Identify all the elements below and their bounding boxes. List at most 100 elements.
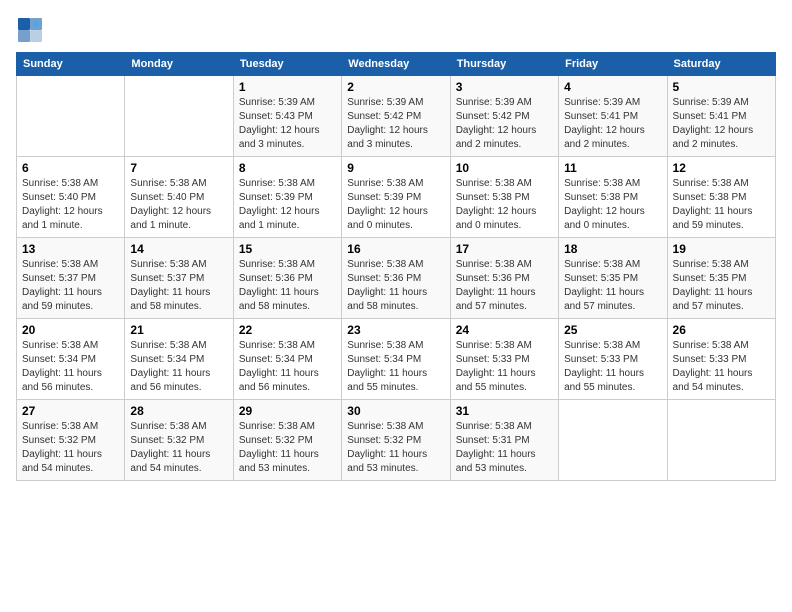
day-cell: 31Sunrise: 5:38 AM Sunset: 5:31 PM Dayli… — [450, 400, 558, 481]
day-cell: 8 Sunrise: 5:38 AM Sunset: 5:39 PM Daylig… — [233, 157, 341, 238]
cell-date-number: 1 — [239, 80, 336, 94]
cell-date-number: 26 — [673, 323, 770, 337]
cell-daylight-info: Sunrise: 5:38 AM Sunset: 5:37 PM Dayligh… — [22, 258, 119, 314]
week-row-5: 27 Sunrise: 5:38 AM Sunset: 5:32 PM Dayli… — [17, 400, 776, 481]
cell-date-number: 16 — [347, 242, 444, 256]
calendar-body: 1 Sunrise: 5:39 AM Sunset: 5:43 PM Daylig… — [17, 76, 776, 481]
cell-daylight-info: Sunrise: 5:38 AM Sunset: 5:34 PM Dayligh… — [130, 339, 227, 395]
cell-daylight-info: Sunrise: 5:38 AM Sunset: 5:32 PM Dayligh… — [347, 420, 444, 476]
logo-icon — [16, 16, 44, 44]
day-cell — [17, 76, 125, 157]
header-cell-monday: Monday — [125, 53, 233, 76]
cell-daylight-info: Sunrise: 5:38 AM Sunset: 5:39 PM Dayligh… — [239, 177, 336, 233]
cell-date-number: 18 — [564, 242, 661, 256]
cell-date-number: 8 — [239, 161, 336, 175]
day-cell: 6 Sunrise: 5:38 AM Sunset: 5:40 PM Daylig… — [17, 157, 125, 238]
cell-daylight-info: Sunrise: 5:38 AM Sunset: 5:35 PM Dayligh… — [564, 258, 661, 314]
cell-date-number: 13 — [22, 242, 119, 256]
cell-daylight-info: Sunrise: 5:38 AM Sunset: 5:33 PM Dayligh… — [564, 339, 661, 395]
cell-date-number: 15 — [239, 242, 336, 256]
cell-daylight-info: Sunrise: 5:38 AM Sunset: 5:35 PM Dayligh… — [673, 258, 770, 314]
day-cell: 23 Sunrise: 5:38 AM Sunset: 5:34 PM Dayli… — [342, 319, 450, 400]
day-cell: 22Sunrise: 5:38 AM Sunset: 5:34 PM Dayli… — [233, 319, 341, 400]
cell-date-number: 25 — [564, 323, 661, 337]
day-cell: 12 Sunrise: 5:38 AM Sunset: 5:38 PM Dayli… — [667, 157, 775, 238]
header-cell-thursday: Thursday — [450, 53, 558, 76]
day-cell: 26 Sunrise: 5:38 AM Sunset: 5:33 PM Dayli… — [667, 319, 775, 400]
day-cell: 3Sunrise: 5:39 AM Sunset: 5:42 PM Daylig… — [450, 76, 558, 157]
cell-daylight-info: Sunrise: 5:39 AM Sunset: 5:42 PM Dayligh… — [347, 96, 444, 152]
day-cell: 9Sunrise: 5:38 AM Sunset: 5:39 PM Daylig… — [342, 157, 450, 238]
cell-date-number: 10 — [456, 161, 553, 175]
cell-date-number: 24 — [456, 323, 553, 337]
cell-date-number: 7 — [130, 161, 227, 175]
day-cell: 14 Sunrise: 5:38 AM Sunset: 5:37 PM Dayli… — [125, 238, 233, 319]
day-cell: 13 Sunrise: 5:38 AM Sunset: 5:37 PM Dayli… — [17, 238, 125, 319]
week-row-2: 6 Sunrise: 5:38 AM Sunset: 5:40 PM Daylig… — [17, 157, 776, 238]
week-row-3: 13 Sunrise: 5:38 AM Sunset: 5:37 PM Dayli… — [17, 238, 776, 319]
header-cell-wednesday: Wednesday — [342, 53, 450, 76]
cell-daylight-info: Sunrise: 5:38 AM Sunset: 5:38 PM Dayligh… — [673, 177, 770, 233]
day-cell: 19 Sunrise: 5:38 AM Sunset: 5:35 PM Dayli… — [667, 238, 775, 319]
cell-daylight-info: Sunrise: 5:39 AM Sunset: 5:41 PM Dayligh… — [564, 96, 661, 152]
day-cell: 18 Sunrise: 5:38 AM Sunset: 5:35 PM Dayli… — [559, 238, 667, 319]
cell-date-number: 21 — [130, 323, 227, 337]
header-cell-tuesday: Tuesday — [233, 53, 341, 76]
cell-date-number: 29 — [239, 404, 336, 418]
cell-date-number: 4 — [564, 80, 661, 94]
cell-daylight-info: Sunrise: 5:38 AM Sunset: 5:34 PM Dayligh… — [239, 339, 336, 395]
page-header — [16, 16, 776, 44]
day-cell: 11 Sunrise: 5:38 AM Sunset: 5:38 PM Dayli… — [559, 157, 667, 238]
day-cell: 20 Sunrise: 5:38 AM Sunset: 5:34 PM Dayli… — [17, 319, 125, 400]
day-cell: 4 Sunrise: 5:39 AM Sunset: 5:41 PM Daylig… — [559, 76, 667, 157]
cell-daylight-info: Sunrise: 5:38 AM Sunset: 5:31 PM Dayligh… — [456, 420, 553, 476]
cell-daylight-info: Sunrise: 5:38 AM Sunset: 5:40 PM Dayligh… — [130, 177, 227, 233]
day-cell — [559, 400, 667, 481]
cell-date-number: 19 — [673, 242, 770, 256]
cell-daylight-info: Sunrise: 5:38 AM Sunset: 5:36 PM Dayligh… — [239, 258, 336, 314]
cell-date-number: 27 — [22, 404, 119, 418]
cell-daylight-info: Sunrise: 5:38 AM Sunset: 5:34 PM Dayligh… — [22, 339, 119, 395]
cell-date-number: 20 — [22, 323, 119, 337]
cell-date-number: 14 — [130, 242, 227, 256]
cell-daylight-info: Sunrise: 5:38 AM Sunset: 5:33 PM Dayligh… — [673, 339, 770, 395]
cell-daylight-info: Sunrise: 5:38 AM Sunset: 5:33 PM Dayligh… — [456, 339, 553, 395]
cell-date-number: 12 — [673, 161, 770, 175]
logo — [16, 16, 48, 44]
cell-daylight-info: Sunrise: 5:38 AM Sunset: 5:36 PM Dayligh… — [347, 258, 444, 314]
week-row-4: 20 Sunrise: 5:38 AM Sunset: 5:34 PM Dayli… — [17, 319, 776, 400]
day-cell: 7 Sunrise: 5:38 AM Sunset: 5:40 PM Daylig… — [125, 157, 233, 238]
cell-daylight-info: Sunrise: 5:39 AM Sunset: 5:43 PM Dayligh… — [239, 96, 336, 152]
cell-daylight-info: Sunrise: 5:38 AM Sunset: 5:37 PM Dayligh… — [130, 258, 227, 314]
header-cell-friday: Friday — [559, 53, 667, 76]
cell-daylight-info: Sunrise: 5:38 AM Sunset: 5:32 PM Dayligh… — [22, 420, 119, 476]
cell-daylight-info: Sunrise: 5:39 AM Sunset: 5:41 PM Dayligh… — [673, 96, 770, 152]
calendar-header: SundayMondayTuesdayWednesdayThursdayFrid… — [17, 53, 776, 76]
cell-date-number: 11 — [564, 161, 661, 175]
header-cell-sunday: Sunday — [17, 53, 125, 76]
cell-date-number: 5 — [673, 80, 770, 94]
header-row: SundayMondayTuesdayWednesdayThursdayFrid… — [17, 53, 776, 76]
day-cell: 28Sunrise: 5:38 AM Sunset: 5:32 PM Dayli… — [125, 400, 233, 481]
day-cell: 1 Sunrise: 5:39 AM Sunset: 5:43 PM Daylig… — [233, 76, 341, 157]
week-row-1: 1 Sunrise: 5:39 AM Sunset: 5:43 PM Daylig… — [17, 76, 776, 157]
day-cell: 29 Sunrise: 5:38 AM Sunset: 5:32 PM Dayli… — [233, 400, 341, 481]
day-cell: 24 Sunrise: 5:38 AM Sunset: 5:33 PM Dayli… — [450, 319, 558, 400]
header-cell-saturday: Saturday — [667, 53, 775, 76]
cell-date-number: 23 — [347, 323, 444, 337]
day-cell: 21 Sunrise: 5:38 AM Sunset: 5:34 PM Dayli… — [125, 319, 233, 400]
day-cell: 15 Sunrise: 5:38 AM Sunset: 5:36 PM Dayli… — [233, 238, 341, 319]
day-cell — [125, 76, 233, 157]
cell-daylight-info: Sunrise: 5:38 AM Sunset: 5:38 PM Dayligh… — [456, 177, 553, 233]
cell-daylight-info: Sunrise: 5:38 AM Sunset: 5:39 PM Dayligh… — [347, 177, 444, 233]
cell-date-number: 28 — [130, 404, 227, 418]
cell-date-number: 6 — [22, 161, 119, 175]
cell-daylight-info: Sunrise: 5:38 AM Sunset: 5:40 PM Dayligh… — [22, 177, 119, 233]
cell-daylight-info: Sunrise: 5:38 AM Sunset: 5:32 PM Dayligh… — [239, 420, 336, 476]
cell-date-number: 2 — [347, 80, 444, 94]
day-cell: 5 Sunrise: 5:39 AM Sunset: 5:41 PM Daylig… — [667, 76, 775, 157]
cell-daylight-info: Sunrise: 5:38 AM Sunset: 5:34 PM Dayligh… — [347, 339, 444, 395]
cell-daylight-info: Sunrise: 5:38 AM Sunset: 5:38 PM Dayligh… — [564, 177, 661, 233]
day-cell: 17Sunrise: 5:38 AM Sunset: 5:36 PM Dayli… — [450, 238, 558, 319]
cell-date-number: 30 — [347, 404, 444, 418]
